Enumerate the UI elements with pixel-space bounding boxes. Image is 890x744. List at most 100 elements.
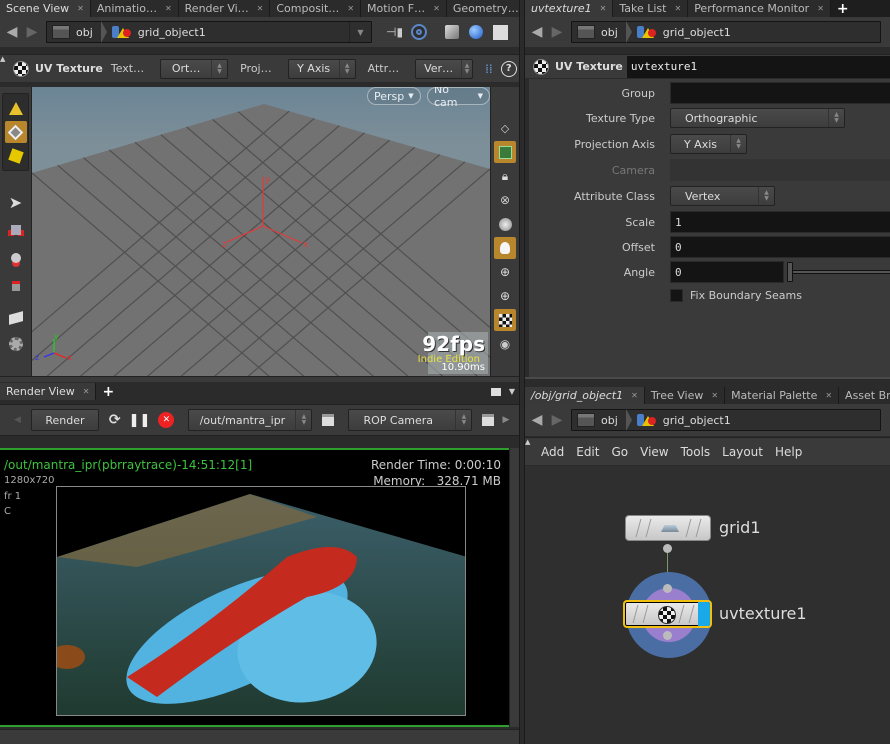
tab-scene-view[interactable]: Scene View ✕ (0, 0, 91, 17)
add-tab-icon[interactable]: + (831, 1, 855, 17)
view-type-menu[interactable]: Persp ▼ (367, 87, 421, 105)
select-mode-icon[interactable] (4, 121, 27, 143)
light-link-icon[interactable]: ⊕ (494, 285, 516, 307)
display-options-icon[interactable]: ◇ (494, 117, 516, 139)
node-grid1[interactable] (625, 515, 711, 541)
snapshot-icon[interactable] (482, 414, 495, 426)
chevron-down-icon[interactable]: ▼ (349, 22, 371, 42)
render-vertical-scrollbar[interactable] (509, 448, 519, 727)
tab-material-palette[interactable]: Material Palette ✕ (725, 387, 840, 404)
render-image-area[interactable]: /out/mantra_ipr(pbrraytrace)-14:51:12[1]… (0, 448, 509, 727)
rotate-icon[interactable] (5, 247, 27, 269)
stop-render-icon[interactable]: ✕ (158, 412, 175, 428)
close-icon[interactable]: ✕ (674, 4, 681, 13)
render-button[interactable]: Render (30, 409, 99, 431)
create-geo-icon[interactable] (5, 97, 27, 119)
add-tab-icon[interactable]: + (96, 384, 120, 400)
angle-field[interactable]: 0 (670, 261, 784, 283)
primitive-select-icon[interactable] (5, 145, 27, 167)
tab-animation[interactable]: Animatio… ✕ (90, 0, 179, 17)
angle-slider-track[interactable] (787, 270, 890, 274)
snapshot-icon[interactable] (322, 414, 335, 426)
close-icon[interactable]: ✕ (77, 4, 84, 13)
tab-render-view-main[interactable]: Render View ✕ (0, 383, 97, 400)
node-uvtexture1[interactable] (623, 600, 712, 628)
shaded-cube-icon[interactable] (494, 309, 516, 331)
tab-render-view[interactable]: Render Vi… ✕ (178, 0, 271, 17)
wireframe-icon[interactable] (494, 141, 516, 163)
pin-icon[interactable]: ⊣▮ (386, 25, 403, 39)
close-icon[interactable]: ✕ (257, 4, 264, 13)
tab-performance-monitor[interactable]: Performance Monitor ✕ (688, 0, 831, 17)
tab-take-list[interactable]: Take List ✕ (613, 0, 689, 17)
light-add-icon[interactable]: ⊕ (494, 261, 516, 283)
close-icon[interactable]: ✕ (347, 4, 354, 13)
close-icon[interactable]: ✕ (631, 391, 638, 400)
pane-menu-icon[interactable]: ▼ (509, 387, 515, 396)
output-connector[interactable] (663, 631, 672, 640)
headlight-icon[interactable] (494, 237, 516, 259)
display-flag[interactable] (698, 602, 710, 626)
tab-network-path[interactable]: /obj/grid_object1 ✕ (525, 387, 645, 404)
menu-tools[interactable]: Tools (681, 445, 711, 459)
input-connector[interactable] (663, 584, 672, 593)
network-editor-canvas[interactable]: grid1 uvtexture1 (525, 466, 890, 744)
render-camera-icon[interactable] (5, 307, 27, 329)
scroll-right-icon[interactable]: ▶ (502, 415, 509, 425)
select-arrow-icon[interactable]: ➤ (5, 191, 27, 213)
menu-add[interactable]: Add (541, 445, 564, 459)
scale-field[interactable]: 1 (670, 211, 890, 233)
group-field[interactable] (670, 82, 890, 104)
parameter-layout-icon[interactable]: ⁞⁞ (485, 62, 493, 76)
shading-cube-icon[interactable] (445, 25, 460, 39)
texture-type-dropdown[interactable]: Ort… ▲ ▼ (160, 58, 229, 79)
fix-seams-checkbox[interactable] (670, 289, 683, 302)
tab-motion-fx[interactable]: Motion F… ✕ (361, 0, 447, 17)
angle-slider-handle[interactable] (787, 262, 793, 282)
texture-type-menu[interactable]: Orthographic ▲ ▼ (670, 108, 845, 128)
close-icon[interactable]: ✕ (711, 391, 718, 400)
menu-edit[interactable]: Edit (576, 445, 599, 459)
lock-icon[interactable]: 🔒︎ (494, 165, 516, 187)
projection-axis-menu[interactable]: Y Axis ▲ ▼ (670, 134, 747, 154)
close-icon[interactable]: ✕ (83, 387, 90, 396)
close-icon[interactable]: ✕ (825, 391, 832, 400)
3d-viewport[interactable]: y z x y x z Persp ▼ No cam ▼ 92fps Indie E… (32, 87, 490, 376)
camera-menu[interactable]: No cam ▼ (427, 87, 490, 109)
path-breadcrumb[interactable]: obj grid_object1 (571, 21, 881, 43)
link-target-icon[interactable] (411, 24, 428, 40)
scroll-left-icon[interactable]: ◀ (14, 415, 21, 425)
viewport-splitter[interactable] (0, 376, 519, 382)
collapse-toolbar-icon[interactable]: ▲ (0, 55, 8, 63)
scale-icon[interactable] (5, 275, 27, 297)
menu-help[interactable]: Help (775, 445, 802, 459)
offset-field[interactable]: 0 (670, 236, 890, 258)
close-icon[interactable]: ✕ (817, 4, 824, 13)
back-icon[interactable]: ◀ (4, 24, 20, 40)
attribute-class-menu[interactable]: Vertex ▲ ▼ (670, 186, 775, 206)
path-breadcrumb[interactable]: obj grid_object1 (571, 409, 881, 431)
tab-asset-browser[interactable]: Asset Browser (839, 387, 890, 404)
node-name-field[interactable]: uvtexture1 (626, 55, 890, 78)
close-icon[interactable]: ✕ (433, 4, 440, 13)
forward-icon[interactable]: ▶ (549, 24, 565, 40)
projection-axis-dropdown[interactable]: Y Axis ▲ ▼ (287, 58, 356, 79)
back-icon[interactable]: ◀ (529, 412, 545, 428)
forward-icon[interactable]: ▶ (24, 24, 40, 40)
tab-uvtexture1[interactable]: uvtexture1 ✕ (525, 0, 614, 17)
output-connector[interactable] (663, 544, 672, 553)
menu-view[interactable]: View (640, 445, 668, 459)
menu-layout[interactable]: Layout (722, 445, 763, 459)
light-sphere-icon[interactable] (494, 213, 516, 235)
rop-path-dropdown[interactable]: /out/mantra_ipr ▲ ▼ (188, 409, 313, 431)
forward-icon[interactable]: ▶ (549, 412, 565, 428)
tab-tree-view[interactable]: Tree View ✕ (644, 387, 726, 404)
refresh-icon[interactable]: ⟳ (109, 412, 121, 428)
background-toggle-icon[interactable] (493, 24, 509, 40)
help-icon[interactable]: ? (500, 60, 517, 77)
close-icon[interactable]: ✕ (165, 4, 172, 13)
hide-icon[interactable]: ⊗ (494, 189, 516, 211)
maximize-pane-icon[interactable] (490, 388, 501, 396)
back-icon[interactable]: ◀ (529, 24, 545, 40)
path-breadcrumb[interactable]: obj grid_object1 ▼ (46, 21, 372, 43)
